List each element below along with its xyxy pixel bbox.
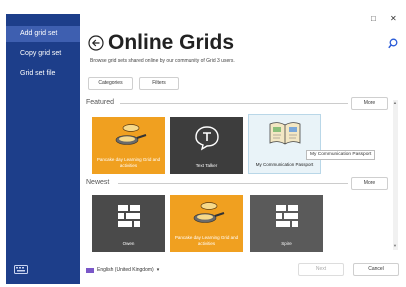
grid-blocks-icon	[117, 205, 140, 227]
tile-label: Owen	[122, 240, 135, 246]
next-button[interactable]: Next	[298, 263, 344, 276]
scrollbar[interactable]	[393, 100, 398, 250]
sidebar-item-copy-grid-set[interactable]: Copy grid set	[6, 46, 80, 62]
tile-communication-passport[interactable]: My Communication Passport	[248, 114, 321, 174]
grid-blocks-icon	[275, 205, 298, 227]
close-button[interactable]: ✕	[390, 14, 397, 23]
page-subtitle: Browse grid sets shared online by our co…	[90, 58, 235, 64]
sidebar: Add grid set Copy grid set Grid set file	[6, 14, 80, 284]
flag-icon	[86, 267, 94, 273]
search-icon[interactable]	[388, 38, 398, 49]
tile-label: My Communication Passport	[255, 161, 314, 167]
chevron-down-icon: ▾	[156, 267, 160, 273]
language-selector[interactable]: English (United Kingdom) ▾	[86, 265, 159, 275]
featured-more-button[interactable]: More	[351, 97, 388, 110]
language-label: English (United Kingdom)	[97, 267, 154, 273]
tile-tooltip: My Communication Passport	[306, 150, 376, 160]
frying-pan-icon	[115, 124, 146, 145]
scroll-up-arrow-icon[interactable]: ▲	[393, 100, 397, 105]
tile-owen[interactable]: Owen	[92, 195, 165, 252]
online-grids-window: □ ✕ Add grid set Copy grid set Grid set …	[0, 0, 406, 287]
categories-button[interactable]: Categories	[88, 77, 133, 90]
tile-label: Spire	[281, 240, 292, 246]
tile-label: Pancake day Learning Grid and activities	[96, 157, 161, 168]
cancel-button[interactable]: Cancel	[353, 263, 399, 276]
page-title: Online Grids	[108, 31, 235, 54]
tile-spire[interactable]: Spire	[250, 195, 323, 252]
newest-section-label: Newest	[86, 179, 110, 186]
scroll-down-arrow-icon[interactable]: ▼	[393, 243, 397, 248]
tile-label: Pancake day Learning Grid and activities	[174, 235, 239, 246]
featured-section-label: Featured	[86, 99, 115, 106]
maximize-button[interactable]: □	[371, 14, 376, 23]
open-book-icon	[269, 122, 300, 145]
newest-divider	[118, 183, 348, 184]
newest-more-button[interactable]: More	[351, 177, 388, 190]
tile-text-talker[interactable]: Text Talker	[170, 117, 243, 174]
filters-button[interactable]: Filters	[139, 77, 179, 90]
speech-bubble-t-icon	[194, 126, 219, 151]
sidebar-item-add-grid-set[interactable]: Add grid set	[6, 26, 80, 42]
tile-pancake-day-newest[interactable]: Pancake day Learning Grid and activities	[170, 195, 243, 252]
sidebar-item-grid-set-file[interactable]: Grid set file	[6, 66, 80, 82]
frying-pan-icon	[193, 202, 224, 223]
tile-pancake-day[interactable]: Pancake day Learning Grid and activities	[92, 117, 165, 174]
back-arrow-icon[interactable]	[88, 35, 104, 51]
featured-divider	[120, 103, 348, 104]
tile-label: Text Talker	[195, 162, 218, 168]
keyboard-icon[interactable]	[14, 265, 28, 274]
